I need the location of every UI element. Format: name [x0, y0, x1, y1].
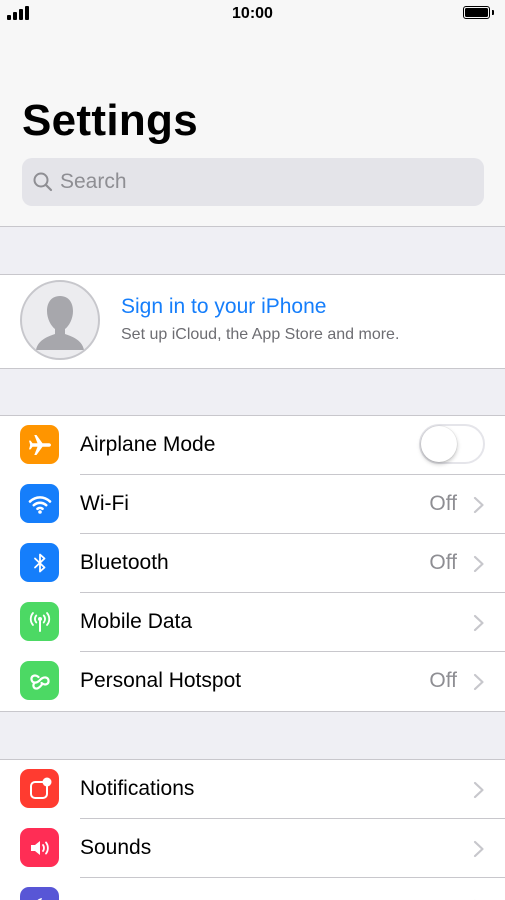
bluetooth-label: Bluetooth [80, 551, 169, 574]
battery-full-icon [463, 6, 495, 21]
bluetooth-value: Off [429, 551, 457, 574]
sounds-row[interactable]: Sounds [0, 819, 505, 878]
personal-hotspot-value: Off [429, 669, 457, 692]
chevron-right-icon [473, 673, 484, 691]
wifi-row[interactable]: Wi-Fi Off [0, 475, 505, 534]
antenna-icon [20, 602, 59, 641]
search-input[interactable] [60, 158, 460, 206]
settings-screen: 10:00 Settings Sign in to your iPhone Se… [0, 0, 505, 900]
speaker-icon [20, 828, 59, 867]
notifications-row[interactable]: Notifications [0, 760, 505, 819]
sign-in-subtitle: Set up iCloud, the App Store and more. [121, 326, 400, 343]
bluetooth-icon [20, 543, 59, 582]
hotspot-icon [20, 661, 59, 700]
personal-hotspot-label: Personal Hotspot [80, 669, 242, 692]
person-silhouette-icon [20, 280, 100, 360]
navigation-header: Settings [0, 30, 505, 227]
page-title: Settings [22, 96, 198, 145]
mobile-data-label: Mobile Data [80, 610, 193, 633]
airplane-mode-label: Airplane Mode [80, 433, 216, 456]
personal-hotspot-row[interactable]: Personal Hotspot Off [0, 652, 505, 711]
sounds-label: Sounds [80, 836, 152, 859]
wifi-value: Off [429, 492, 457, 515]
wifi-icon [20, 484, 59, 523]
airplane-mode-row[interactable]: Airplane Mode [0, 416, 505, 475]
notifications-icon [20, 769, 59, 808]
sign-in-title: Sign in to your iPhone [121, 295, 327, 318]
connectivity-group: Airplane Mode Wi-Fi Off Bluetooth Off Mo… [0, 415, 505, 712]
wifi-label: Wi-Fi [80, 492, 129, 515]
chevron-right-icon [473, 614, 484, 632]
do-not-disturb-row[interactable] [0, 878, 505, 900]
search-bar[interactable] [22, 158, 484, 206]
airplane-mode-toggle[interactable] [419, 424, 485, 464]
notifications-label: Notifications [80, 777, 195, 800]
status-time: 10:00 [232, 5, 273, 22]
chevron-right-icon [473, 496, 484, 514]
sign-in-row[interactable]: Sign in to your iPhone Set up iCloud, th… [0, 274, 505, 369]
status-bar: 10:00 [0, 0, 505, 30]
moon-icon [20, 887, 59, 900]
chevron-right-icon [473, 840, 484, 858]
chevron-right-icon [473, 555, 484, 573]
system-group: Notifications Sounds [0, 759, 505, 900]
chevron-right-icon [473, 781, 484, 799]
mobile-data-row[interactable]: Mobile Data [0, 593, 505, 652]
airplane-icon [20, 425, 59, 464]
search-icon [33, 172, 53, 192]
bluetooth-row[interactable]: Bluetooth Off [0, 534, 505, 593]
